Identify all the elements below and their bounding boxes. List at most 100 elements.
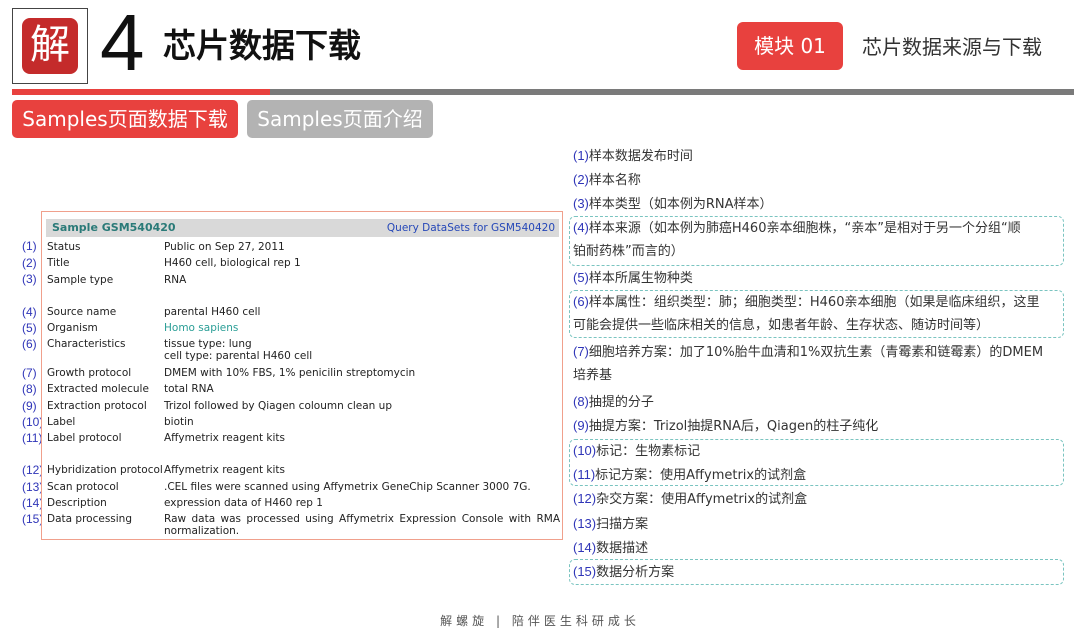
annotation-number: (14) <box>573 540 597 555</box>
sample-info-panel: Sample GSM540420 Query DataSets for GSM5… <box>41 211 563 540</box>
field-label-extraction-protocol: Extraction protocol <box>47 400 147 412</box>
annotation-item: (7)细胞培养方案：加了10%胎牛血清和1%双抗生素（青霉素和链霉素）的DMEM <box>573 342 1043 363</box>
annotation-text: 细胞培养方案：加了10%胎牛血清和1%双抗生素（青霉素和链霉素）的DMEM <box>588 345 1044 360</box>
annotation-text-cont: 可能会提供一些临床相关的信息，如患者年龄、生存状态、随访时间等） <box>573 318 990 333</box>
tab-samples-intro[interactable]: Samples页面介绍 <box>247 100 433 138</box>
annotation-number: (12) <box>573 491 597 506</box>
field-value-scan-protocol: .CEL files were scanned using Affymetrix… <box>164 481 531 493</box>
field-value-description: expression data of H460 rep 1 <box>164 497 323 509</box>
field-value-title: H460 cell, biological rep 1 <box>164 257 301 269</box>
organism-link[interactable]: Homo sapiens <box>164 322 238 334</box>
annotation-number: (4) <box>573 220 589 235</box>
annotation-item: (1)样本数据发布时间 <box>573 146 693 167</box>
annotation-item: (2)样本名称 <box>573 170 641 191</box>
sample-title: Sample GSM540420 <box>52 221 176 234</box>
field-label-label-protocol: Label protocol <box>47 432 122 444</box>
annotation-item: (6)样本属性：组织类型：肺；细胞类型：H460亲本细胞（如果是临床组织，这里 <box>573 292 1039 313</box>
field-label-organism: Organism <box>47 322 98 334</box>
field-number: (14) <box>22 496 44 510</box>
field-number: (13) <box>22 480 44 494</box>
field-value-source-name: parental H460 cell <box>164 306 261 318</box>
field-number: (15) <box>22 512 44 526</box>
annotation-text-cont: 培养基 <box>573 368 613 383</box>
annotation-text: 抽提的分子 <box>588 395 654 410</box>
annotation-item: (4)样本来源（如本例为肺癌H460亲本细胞株，“亲本”是相对于另一个分组“顺 <box>573 218 1021 239</box>
field-value-hybridization-protocol: Affymetrix reagent kits <box>164 464 286 476</box>
annotation-text: 样本来源（如本例为肺癌H460亲本细胞株，“亲本”是相对于另一个分组“顺 <box>588 221 1021 236</box>
annotation-text: 扫描方案 <box>596 517 649 532</box>
field-label-description: Description <box>47 497 107 509</box>
field-value-extraction-protocol: Trizol followed by Qiagen coloumn clean … <box>164 400 392 412</box>
annotation-number: (8) <box>573 394 589 409</box>
field-number: (5) <box>22 321 37 335</box>
annotation-text: 样本所属生物种类 <box>588 271 693 286</box>
annotation-number: (10) <box>573 443 597 458</box>
field-number: (7) <box>22 366 37 380</box>
seal-logo-icon: 解 <box>22 18 78 74</box>
annotation-item: (13)扫描方案 <box>573 514 648 535</box>
footer-slogan: 解螺旋 | 陪伴医生科研成长 <box>440 614 640 628</box>
annotation-text: 数据描述 <box>596 541 649 556</box>
annotation-item: (14)数据描述 <box>573 538 648 559</box>
logo: 解 <box>12 8 88 84</box>
page-title: 芯片数据下载 <box>163 26 361 65</box>
annotation-text: 标记：生物素标记 <box>596 444 701 459</box>
annotation-number: (13) <box>573 516 597 531</box>
field-number: (9) <box>22 399 37 413</box>
field-value-data-processing: Raw data was processed using Affymetrix … <box>164 513 560 537</box>
field-label-characteristics: Characteristics <box>47 338 126 350</box>
annotation-item: (3)样本类型（如本例为RNA样本） <box>573 194 773 215</box>
field-value-label-protocol: Affymetrix reagent kits <box>164 432 286 444</box>
tab-samples-download[interactable]: Samples页面数据下载 <box>12 100 238 138</box>
annotation-item: (12)杂交方案：使用Affymetrix的试剂盒 <box>573 489 807 510</box>
seal-glyph: 解 <box>30 22 70 68</box>
field-value-growth-protocol: DMEM with 10% FBS, 1% penicilin streptom… <box>164 367 416 379</box>
field-number: (10) <box>22 415 44 429</box>
field-value-sample-type: RNA <box>164 274 187 286</box>
annotation-item: (11)标记方案：使用Affymetrix的试剂盒 <box>573 465 806 486</box>
field-label-label: Label <box>47 416 76 428</box>
field-label-status: Status <box>47 241 81 253</box>
field-label-extracted-molecule: Extracted molecule <box>47 383 149 395</box>
field-label-title: Title <box>47 257 70 269</box>
annotation-item: (10)标记：生物素标记 <box>573 441 700 462</box>
header-rule <box>270 89 1074 95</box>
annotation-text: 抽提方案：Trizol抽提RNA后，Qiagen的柱子纯化 <box>588 419 879 434</box>
field-number: (1) <box>22 239 37 253</box>
annotation-text: 样本类型（如本例为RNA样本） <box>588 197 773 212</box>
field-value-extracted-molecule: total RNA <box>164 383 214 395</box>
annotation-item: (8)抽提的分子 <box>573 392 654 413</box>
annotation-number: (7) <box>573 344 589 359</box>
annotation-text: 样本数据发布时间 <box>588 149 693 164</box>
annotation-text: 杂交方案：使用Affymetrix的试剂盒 <box>596 492 808 507</box>
field-label-source-name: Source name <box>47 306 117 318</box>
annotation-item: (15)数据分析方案 <box>573 562 674 583</box>
annotation-number: (6) <box>573 294 589 309</box>
annotation-number: (11) <box>573 467 596 482</box>
field-number: (2) <box>22 256 37 270</box>
annotation-item: (5)样本所属生物种类 <box>573 268 693 289</box>
annotation-text-cont: 铂耐药株”而言的） <box>573 244 684 259</box>
annotation-text: 样本属性：组织类型：肺；细胞类型：H460亲本细胞（如果是临床组织，这里 <box>588 295 1040 310</box>
header-rule-accent <box>12 89 270 95</box>
module-name: 芯片数据来源与下载 <box>862 35 1042 59</box>
field-number: (12) <box>22 463 44 477</box>
page-number: 4 <box>100 0 145 87</box>
field-label-scan-protocol: Scan protocol <box>47 481 119 493</box>
annotation-number: (9) <box>573 418 589 433</box>
field-label-sample-type: Sample type <box>47 274 114 286</box>
query-datasets-link[interactable]: Query DataSets for GSM540420 <box>387 219 555 237</box>
field-value-status: Public on Sep 27, 2011 <box>164 241 285 253</box>
annotation-text: 数据分析方案 <box>596 565 675 580</box>
field-value-characteristics-2: cell type: parental H460 cell <box>164 350 313 362</box>
annotation-number: (2) <box>573 172 589 187</box>
sample-header: Sample GSM540420 Query DataSets for GSM5… <box>46 219 559 237</box>
annotation-item: (9)抽提方案：Trizol抽提RNA后，Qiagen的柱子纯化 <box>573 416 878 437</box>
module-badge: 模块 01 <box>737 22 843 70</box>
annotation-text: 样本名称 <box>588 173 641 188</box>
field-number: (11) <box>22 431 43 445</box>
field-label-hybridization-protocol: Hybridization protocol <box>47 464 163 476</box>
field-value-characteristics: tissue type: lung <box>164 338 252 350</box>
annotation-number: (1) <box>573 148 589 163</box>
annotation-number: (3) <box>573 196 589 211</box>
